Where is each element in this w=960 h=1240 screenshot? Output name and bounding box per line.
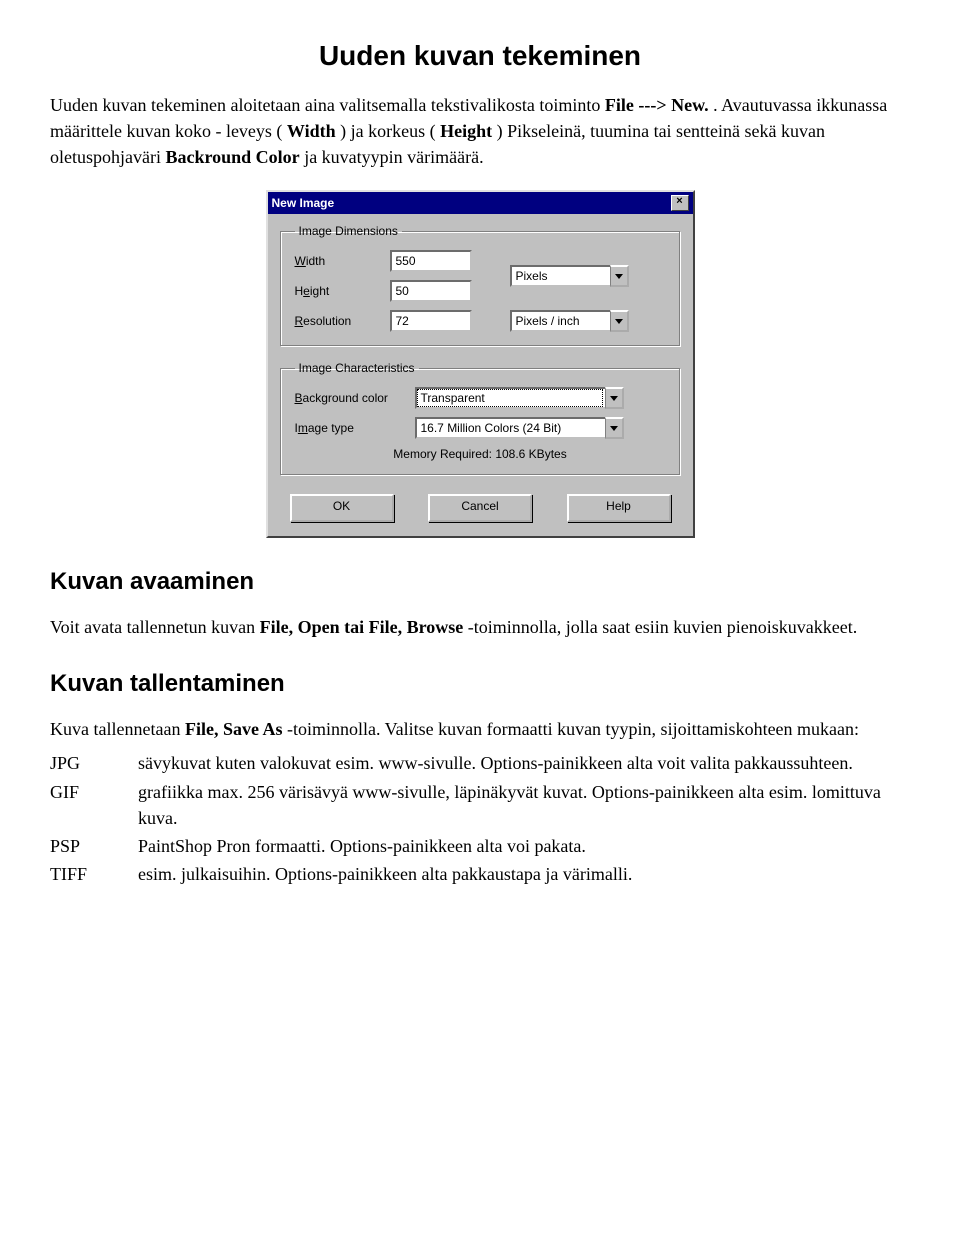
units-value: Pixels [510, 265, 610, 287]
bgcolor-value: Transparent [415, 387, 605, 409]
width-input[interactable]: 550 [390, 250, 472, 272]
new-image-dialog: New Image × Image Dimensions WWidthidth … [266, 190, 695, 538]
resolution-label: ResolutionResolution [295, 314, 390, 328]
resolution-units-dropdown[interactable]: Pixels / inch [510, 310, 629, 332]
text-bold: Backround Color [165, 147, 299, 167]
table-row: GIF grafiikka max. 256 värisävyä www-siv… [50, 779, 910, 833]
units-dropdown[interactable]: Pixels [510, 265, 629, 287]
table-row: PSP PaintShop Pron formaatti. Options-pa… [50, 833, 910, 861]
group-legend: Image Characteristics [295, 361, 419, 375]
format-code: GIF [50, 779, 138, 833]
text-bold: File ---> New. [605, 95, 709, 115]
table-row: JPG sävykuvat kuten valokuvat esim. www-… [50, 750, 910, 778]
format-code: JPG [50, 750, 138, 778]
resolution-units-value: Pixels / inch [510, 310, 610, 332]
format-desc: PaintShop Pron formaatti. Options-painik… [138, 833, 910, 861]
help-button[interactable]: Help [567, 494, 671, 522]
page-title: Uuden kuvan tekeminen [50, 40, 910, 72]
dialog-title: New Image [272, 196, 335, 210]
chevron-down-icon[interactable] [605, 387, 624, 409]
text-bold: File, Open tai File, Browse [260, 617, 464, 637]
close-button[interactable]: × [671, 195, 689, 211]
memory-required-text: Memory Required: 108.6 KBytes [295, 447, 666, 461]
format-desc: esim. julkaisuihin. Options-painikkeen a… [138, 861, 910, 889]
text: -toiminnolla, jolla saat esiin kuvien pi… [468, 617, 857, 637]
chevron-down-icon[interactable] [610, 310, 629, 332]
format-table: JPG sävykuvat kuten valokuvat esim. www-… [50, 750, 910, 888]
format-desc: grafiikka max. 256 värisävyä www-sivulle… [138, 779, 910, 833]
image-characteristics-group: Image Characteristics Background colorBa… [280, 361, 681, 476]
group-legend: Image Dimensions [295, 224, 402, 238]
format-code: TIFF [50, 861, 138, 889]
intro-paragraph: Uuden kuvan tekeminen aloitetaan aina va… [50, 92, 910, 170]
section-heading-save: Kuvan tallentaminen [50, 670, 910, 698]
chevron-down-icon[interactable] [605, 417, 624, 439]
dialog-titlebar: New Image × [268, 192, 693, 214]
text: -toiminnolla. Valitse kuvan formaatti ku… [287, 719, 859, 739]
imagetype-dropdown[interactable]: 16.7 Million Colors (24 Bit) [415, 417, 624, 439]
text: Kuva tallennetaan [50, 719, 185, 739]
text: Uuden kuvan tekeminen aloitetaan aina va… [50, 95, 605, 115]
image-dimensions-group: Image Dimensions WWidthidth 550 Pixels H… [280, 224, 681, 347]
format-desc: sävykuvat kuten valokuvat esim. www-sivu… [138, 750, 910, 778]
resolution-input[interactable]: 72 [390, 310, 472, 332]
text-bold: File, Save As [185, 719, 283, 739]
width-label: WWidthidth [295, 254, 390, 268]
height-input[interactable]: 50 [390, 280, 472, 302]
bgcolor-dropdown[interactable]: Transparent [415, 387, 624, 409]
text: Voit avata tallennetun kuvan [50, 617, 260, 637]
chevron-down-icon[interactable] [610, 265, 629, 287]
table-row: TIFF esim. julkaisuihin. Options-painikk… [50, 861, 910, 889]
format-code: PSP [50, 833, 138, 861]
text-bold: Width [287, 121, 336, 141]
text: ) ja korkeus ( [340, 121, 435, 141]
imagetype-value: 16.7 Million Colors (24 Bit) [415, 417, 605, 439]
bgcolor-label: Background colorBackground color [295, 391, 415, 405]
text: ja kuvatyypin värimäärä. [304, 147, 483, 167]
cancel-button[interactable]: Cancel [428, 494, 532, 522]
section-heading-open: Kuvan avaaminen [50, 568, 910, 596]
open-paragraph: Voit avata tallennetun kuvan File, Open … [50, 614, 910, 640]
imagetype-label: Image typeImage type [295, 421, 415, 435]
save-paragraph: Kuva tallennetaan File, Save As -toiminn… [50, 716, 910, 742]
height-label: HeightHeight [295, 284, 390, 298]
ok-button[interactable]: OK [290, 494, 394, 522]
text-bold: Height [440, 121, 492, 141]
